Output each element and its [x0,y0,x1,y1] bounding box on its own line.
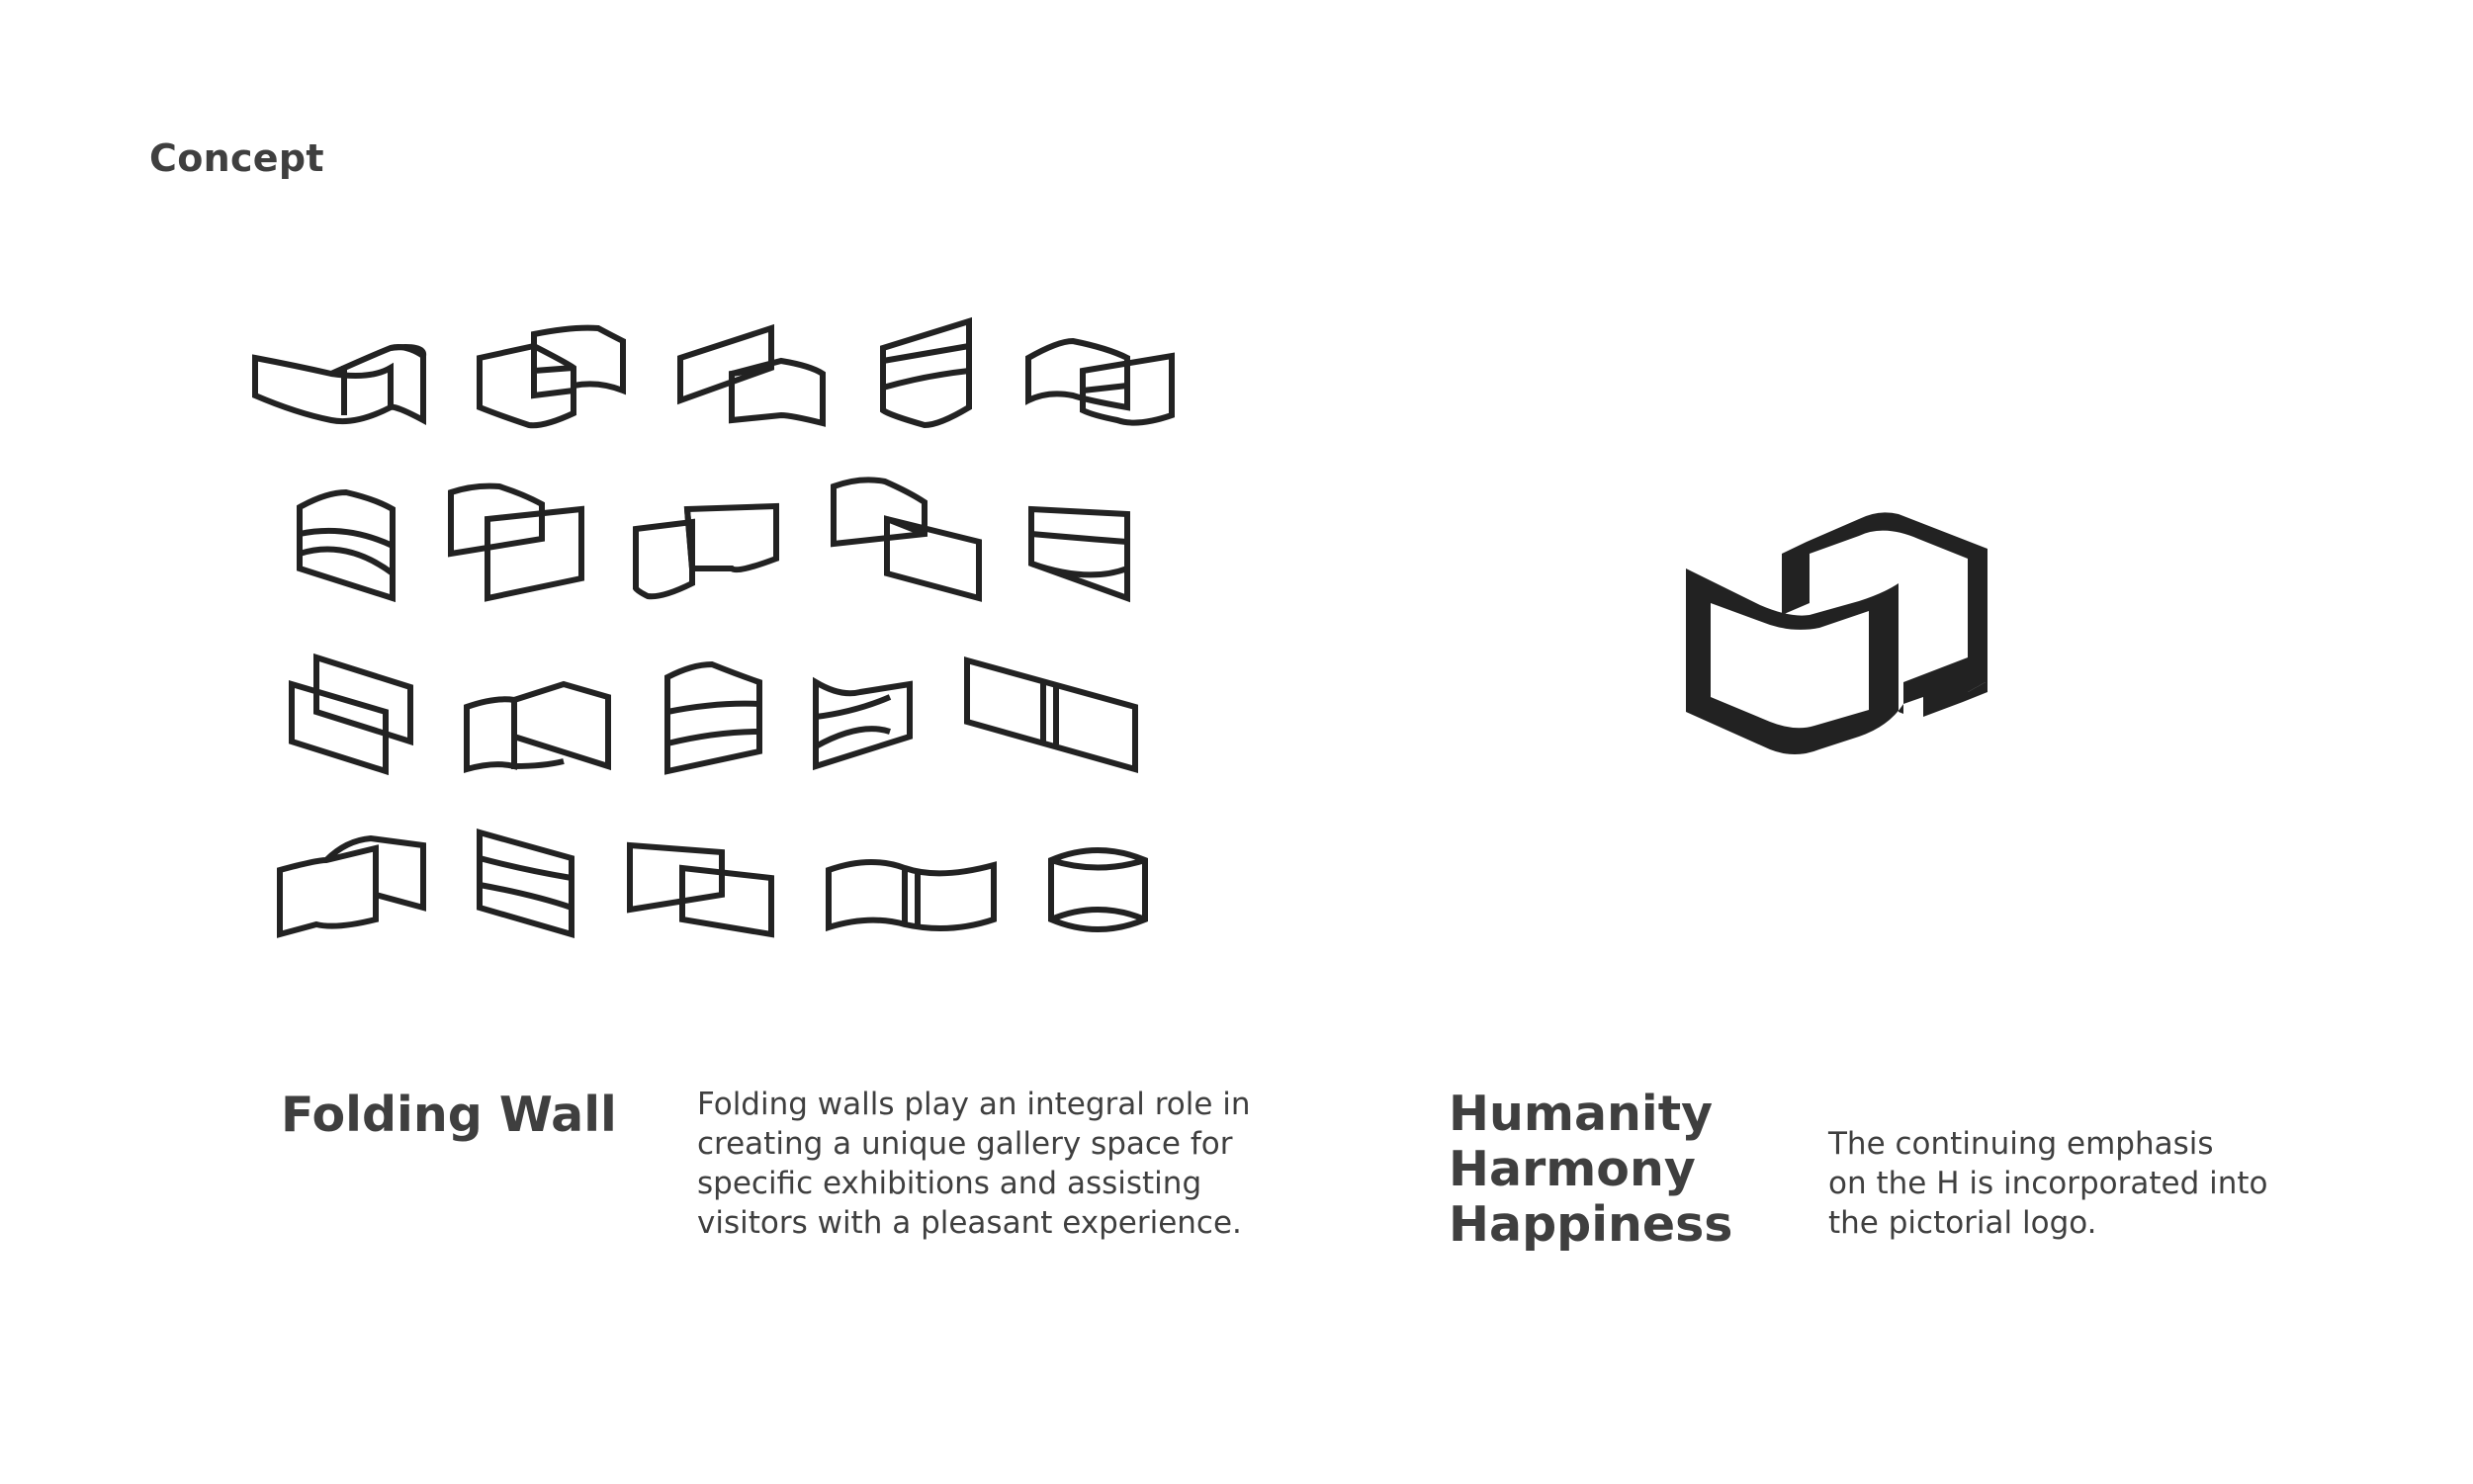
folding-wall-description-line: Folding walls play an integral role in [697,1087,1251,1122]
logo-description-line: The continuing emphasis [1828,1126,2214,1162]
folding-wall-heading: Folding Wall [281,1087,617,1143]
logo-description: The continuing emphasis on the H is inco… [1828,1124,2382,1243]
logo-description-line: the pictorial logo. [1828,1205,2097,1241]
logo-heading-line: Humanity [1449,1086,1714,1142]
logo-description-line: on the H is incorporated into [1828,1166,2268,1201]
logo-heading: Humanity Harmony Happiness [1449,1087,1732,1253]
logo-heading-line: Happiness [1449,1196,1733,1253]
folding-wall-description: Folding walls play an integral role in c… [697,1085,1330,1243]
folding-wall-description-line: visitors with a pleasant experience. [697,1205,1242,1241]
folding-wall-description-line: specific exhibitions and assisting [697,1166,1202,1201]
logo-heading-line: Harmony [1449,1141,1696,1197]
pictorial-h-logo-icon [1686,512,1987,754]
folding-wall-description-line: creating a unique gallery space for [697,1126,1233,1162]
